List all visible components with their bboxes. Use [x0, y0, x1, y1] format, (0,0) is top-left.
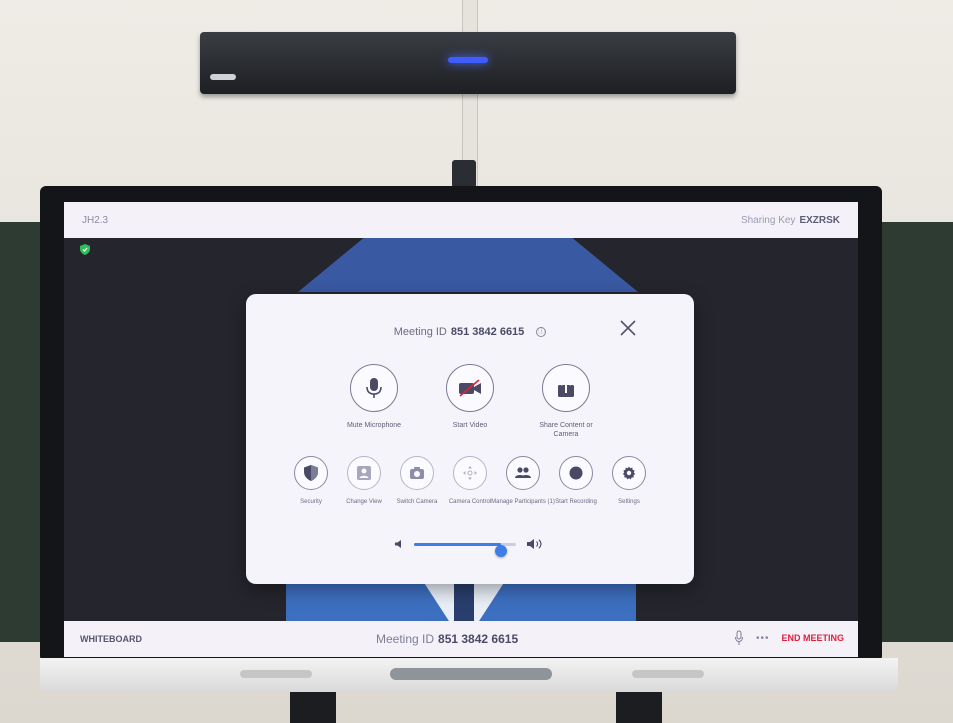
meeting-id-value: 851 3842 6615 [450, 326, 525, 338]
webcam [452, 160, 476, 188]
secure-shield-icon [80, 244, 90, 255]
bottom-meeting-id: Meeting ID 851 3842 6615 [376, 632, 518, 646]
share-icon [558, 378, 574, 397]
video-off-icon [459, 379, 481, 397]
share-content-label: Share Content or Camera [539, 422, 593, 438]
bottom-right-controls: ••• END MEETING [734, 630, 844, 646]
whiteboard-button[interactable]: WHITEBOARD [80, 634, 142, 644]
participants-icon [515, 467, 531, 478]
mute-microphone-button[interactable]: Mute Microphone [338, 364, 410, 439]
volume-high-icon [527, 539, 542, 549]
display-monitor: JH2.3 Sharing Key EXZRSK Meeting ID 851 38… [40, 186, 882, 662]
security-button-circle[interactable] [294, 456, 328, 490]
camera-indicator [210, 74, 236, 80]
video-button-circle[interactable] [446, 364, 494, 412]
volume-control [394, 536, 554, 557]
secondary-actions: Security Change View Switch Camera Camer… [246, 456, 694, 506]
manage-participants-button[interactable]: Manage Participants (1) [491, 456, 555, 506]
settings-button[interactable]: Settings [608, 456, 650, 506]
meeting-controls-modal: Meeting ID 851 3842 6615 ⓘ Mute Microphone [246, 294, 694, 584]
bottom-meeting-id-value: 851 3842 6615 [438, 632, 519, 646]
switch-camera-button[interactable]: Switch Camera [396, 456, 438, 506]
primary-actions: Mute Microphone Start Video Share Conten… [246, 364, 694, 439]
more-options-icon[interactable]: ••• [756, 633, 770, 644]
start-video-label: Start Video [452, 422, 488, 429]
speaker-grille-right [632, 670, 704, 678]
manage-participants-label: Manage Participants (1) [491, 499, 555, 505]
settings-label: Settings [618, 499, 640, 505]
recording-button-circle[interactable] [559, 456, 593, 490]
sharing-key-info: Sharing Key EXZRSK [741, 215, 840, 226]
room-name: JH2.3 [82, 214, 109, 226]
gear-icon [622, 466, 636, 480]
end-meeting-button[interactable]: END MEETING [781, 633, 844, 643]
sharing-key-value: EXZRSK [799, 214, 840, 226]
record-icon [569, 466, 583, 480]
change-view-button[interactable]: Change View [343, 456, 385, 506]
camera-control-label: Camera Control [448, 499, 492, 505]
close-icon[interactable] [618, 318, 638, 338]
change-view-icon [357, 466, 371, 480]
start-video-button[interactable]: Start Video [434, 364, 506, 439]
pen-tray [390, 668, 552, 680]
meeting-id-label: Meeting ID [393, 326, 447, 338]
participants-button-circle[interactable] [506, 456, 540, 490]
avatar-hat [298, 236, 638, 292]
share-content-button[interactable]: Share Content or Camera [530, 364, 602, 439]
change-view-button-circle[interactable] [347, 456, 381, 490]
conference-camera-bar [200, 32, 736, 94]
microphone-icon[interactable] [734, 630, 744, 646]
share-button-circle[interactable] [542, 364, 590, 412]
camera-control-icon [463, 466, 477, 480]
volume-slider-thumb[interactable] [494, 545, 507, 557]
switch-camera-button-circle[interactable] [400, 456, 434, 490]
volume-slider-track[interactable] [414, 543, 516, 557]
top-bar: JH2.3 Sharing Key EXZRSK [64, 202, 858, 238]
stand-leg-right [616, 692, 662, 723]
volume-slider-fill [414, 543, 501, 546]
security-label: Security [300, 499, 322, 505]
speaker-grille-left [240, 670, 312, 678]
change-view-label: Change View [346, 499, 382, 505]
bottom-meeting-id-label: Meeting ID [376, 632, 435, 646]
switch-camera-label: Switch Camera [396, 499, 438, 505]
sharing-key-label: Sharing Key [740, 214, 796, 226]
camera-control-button[interactable]: Camera Control [449, 456, 491, 506]
start-recording-button[interactable]: Start Recording [555, 456, 597, 506]
security-button[interactable]: Security [290, 456, 332, 506]
monitor-bezel-bottom [40, 658, 898, 692]
shield-icon [304, 465, 318, 481]
start-recording-label: Start Recording [555, 499, 597, 505]
microphone-button-circle[interactable] [350, 364, 398, 412]
settings-button-circle[interactable] [612, 456, 646, 490]
camera-control-button-circle[interactable] [453, 456, 487, 490]
microphone-icon [366, 378, 382, 398]
zoom-room-screen: JH2.3 Sharing Key EXZRSK Meeting ID 851 38… [64, 202, 858, 657]
camera-icon [410, 467, 424, 479]
mute-microphone-label: Mute Microphone [346, 422, 402, 429]
volume-low-icon [395, 540, 401, 548]
info-icon[interactable]: ⓘ [536, 327, 547, 338]
camera-status-led [448, 57, 488, 63]
bottom-bar: WHITEBOARD Meeting ID 851 3842 6615 ••• E… [64, 621, 858, 657]
stand-leg-left [290, 692, 336, 723]
